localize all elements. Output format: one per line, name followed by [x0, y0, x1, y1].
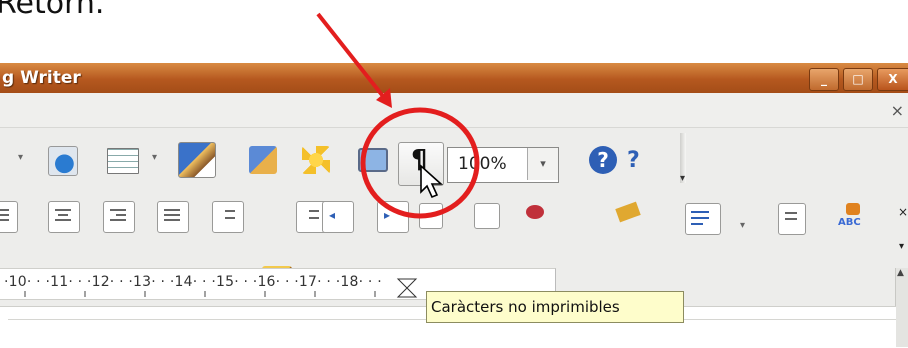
annotation-circle — [360, 107, 480, 219]
annotation-overlay — [316, 12, 480, 219]
annotation-arrow-line — [316, 12, 388, 102]
